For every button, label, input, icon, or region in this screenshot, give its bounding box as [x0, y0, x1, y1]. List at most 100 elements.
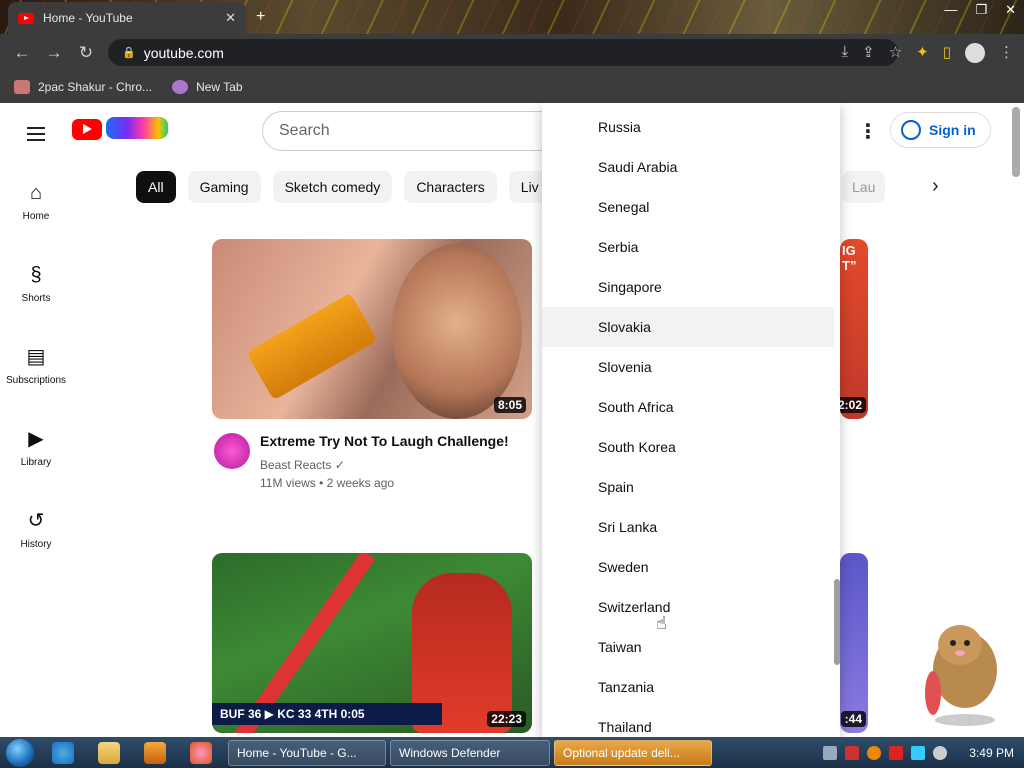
window-controls: — ❐ ✕	[944, 2, 1016, 18]
hand-cursor-icon: ☝	[656, 613, 667, 633]
guide-item-subscriptions[interactable]: ▤ Subscriptions	[0, 343, 72, 417]
chip-characters[interactable]: Characters	[404, 171, 497, 203]
address-bar[interactable]: 🔒 youtube.com	[108, 39, 898, 66]
location-option[interactable]: Senegal	[542, 187, 834, 227]
location-option[interactable]: Taiwan	[542, 627, 834, 667]
dropdown-scrollbar[interactable]	[834, 579, 840, 665]
extensions-icon[interactable]: ✦	[916, 43, 929, 63]
location-option[interactable]: Sri Lanka	[542, 507, 834, 547]
video-stats: 11M views • 2 weeks ago	[260, 476, 395, 490]
forward-icon[interactable]: →	[38, 43, 70, 63]
taskbar-chrome-button[interactable]: Home - YouTube - G...	[228, 739, 386, 766]
shorts-icon: §	[30, 264, 42, 286]
back-icon[interactable]: ←	[6, 43, 38, 63]
new-tab-button[interactable]: +	[256, 8, 265, 26]
video-duration: 2:02	[840, 397, 866, 413]
taskbar-defender-button[interactable]: Windows Defender	[390, 739, 550, 766]
taskbar-update-button[interactable]: Optional update deli...	[554, 739, 712, 766]
bookmark-item[interactable]: 2pac Shakur - Chro...	[14, 80, 152, 94]
guide-item-history[interactable]: ↺ History	[0, 507, 72, 581]
chip-all[interactable]: All	[136, 171, 176, 203]
share-icon[interactable]: ⇪	[862, 43, 875, 63]
location-option[interactable]: Russia	[542, 107, 834, 147]
location-option[interactable]: South Africa	[542, 387, 834, 427]
sign-in-button[interactable]: Sign in	[890, 112, 991, 148]
maximize-icon[interactable]: ❐	[975, 2, 987, 18]
tray-v-icon[interactable]	[845, 745, 860, 760]
battery-image	[246, 292, 378, 401]
guide-label: Home	[22, 211, 50, 222]
video-title[interactable]: Extreme Try Not To Laugh Challenge!	[260, 433, 540, 449]
location-dropdown: Russia Saudi Arabia Senegal Serbia Singa…	[542, 103, 840, 737]
profile-avatar-icon[interactable]	[965, 43, 985, 63]
tray-volume-icon[interactable]	[933, 745, 948, 760]
thumbnail-text: IG T”	[842, 243, 857, 273]
chip-gaming[interactable]: Gaming	[187, 171, 261, 203]
youtube-doodle-logo[interactable]	[106, 117, 168, 139]
youtube-page: Search ⋮ Sign in ⌂ Home § Shorts ▤ Subscrip…	[0, 103, 1024, 737]
reload-icon[interactable]: ↻	[70, 43, 102, 63]
video-duration: 8:05	[493, 397, 526, 413]
location-option[interactable]: Singapore	[542, 267, 834, 307]
internet-explorer-icon[interactable]	[52, 741, 74, 764]
channel-avatar[interactable]	[214, 433, 250, 469]
bookmarks-bar: 2pac Shakur - Chro... New Tab	[0, 71, 1024, 103]
guide-item-home[interactable]: ⌂ Home	[0, 179, 72, 253]
lock-icon: 🔒	[122, 47, 136, 59]
clock[interactable]: 3:49 PM	[969, 746, 1014, 760]
search-input[interactable]: Search	[262, 111, 562, 151]
browser-tab[interactable]: Home - YouTube ✕	[8, 2, 246, 34]
start-button[interactable]	[0, 737, 40, 768]
app-icon[interactable]	[190, 741, 212, 764]
hamburger-menu-icon[interactable]	[27, 123, 45, 145]
tray-search-icon[interactable]	[867, 745, 882, 760]
page-scrollbar[interactable]	[1012, 107, 1020, 177]
video-thumbnail[interactable]: BUF 36 ▶ KC 33 4TH 0:05 22:23	[212, 553, 532, 733]
home-icon: ⌂	[29, 182, 43, 204]
video-thumbnail-partial[interactable]: IG T” 2:02	[840, 239, 868, 419]
location-option[interactable]: Switzerland	[542, 587, 834, 627]
system-tray: 3:49 PM	[823, 737, 1014, 768]
chevron-right-icon[interactable]: ›	[932, 175, 939, 198]
location-option[interactable]: Spain	[542, 467, 834, 507]
tab-close-icon[interactable]: ✕	[225, 10, 236, 26]
video-duration: 22:23	[487, 711, 526, 727]
location-option[interactable]: Serbia	[542, 227, 834, 267]
location-option[interactable]: Tanzania	[542, 667, 834, 707]
install-icon[interactable]: ⤓	[841, 43, 848, 63]
chip-sketch-comedy[interactable]: Sketch comedy	[272, 171, 393, 203]
tray-flag-icon[interactable]	[889, 745, 904, 760]
guide-item-library[interactable]: ▶ Library	[0, 425, 72, 499]
close-window-icon[interactable]: ✕	[1005, 2, 1016, 18]
location-option[interactable]: Thailand	[542, 707, 834, 737]
guide-label: Library	[20, 457, 52, 468]
channel-name[interactable]: Beast Reacts ✓	[260, 458, 345, 472]
location-option[interactable]: Sweden	[542, 547, 834, 587]
youtube-favicon-icon	[18, 12, 34, 24]
bookmark-item[interactable]: New Tab	[172, 80, 243, 94]
media-player-icon[interactable]	[144, 741, 166, 764]
guide-item-shorts[interactable]: § Shorts	[0, 261, 72, 335]
location-option[interactable]: Slovenia	[542, 347, 834, 387]
menu-dots-icon[interactable]: ⋮	[999, 43, 1014, 63]
bookmark-star-icon[interactable]: ☆	[889, 43, 902, 63]
tab-title: Home - YouTube	[43, 11, 133, 25]
tray-network-icon[interactable]	[911, 745, 926, 760]
settings-dots-icon[interactable]: ⋮	[858, 119, 878, 144]
person-icon	[901, 120, 921, 140]
subscriptions-icon: ▤	[26, 346, 46, 368]
file-explorer-icon[interactable]	[98, 741, 120, 764]
tray-monitor-icon[interactable]	[823, 745, 838, 760]
location-option[interactable]: Saudi Arabia	[542, 147, 834, 187]
video-thumbnail[interactable]: 8:05	[212, 239, 532, 419]
youtube-logo-icon[interactable]	[72, 119, 102, 140]
minimize-icon[interactable]: —	[944, 2, 957, 18]
guide-label: History	[20, 539, 52, 550]
location-option-highlighted[interactable]: Slovakia	[542, 307, 834, 347]
scoreboard: BUF 36 ▶ KC 33 4TH 0:05	[212, 703, 442, 725]
chip-partial[interactable]: Lau	[842, 171, 886, 203]
location-option[interactable]: South Korea	[542, 427, 834, 467]
side-panel-icon[interactable]: ▯	[943, 43, 951, 63]
bookmark-label: New Tab	[196, 80, 243, 94]
video-thumbnail-partial[interactable]: :44	[840, 553, 868, 733]
